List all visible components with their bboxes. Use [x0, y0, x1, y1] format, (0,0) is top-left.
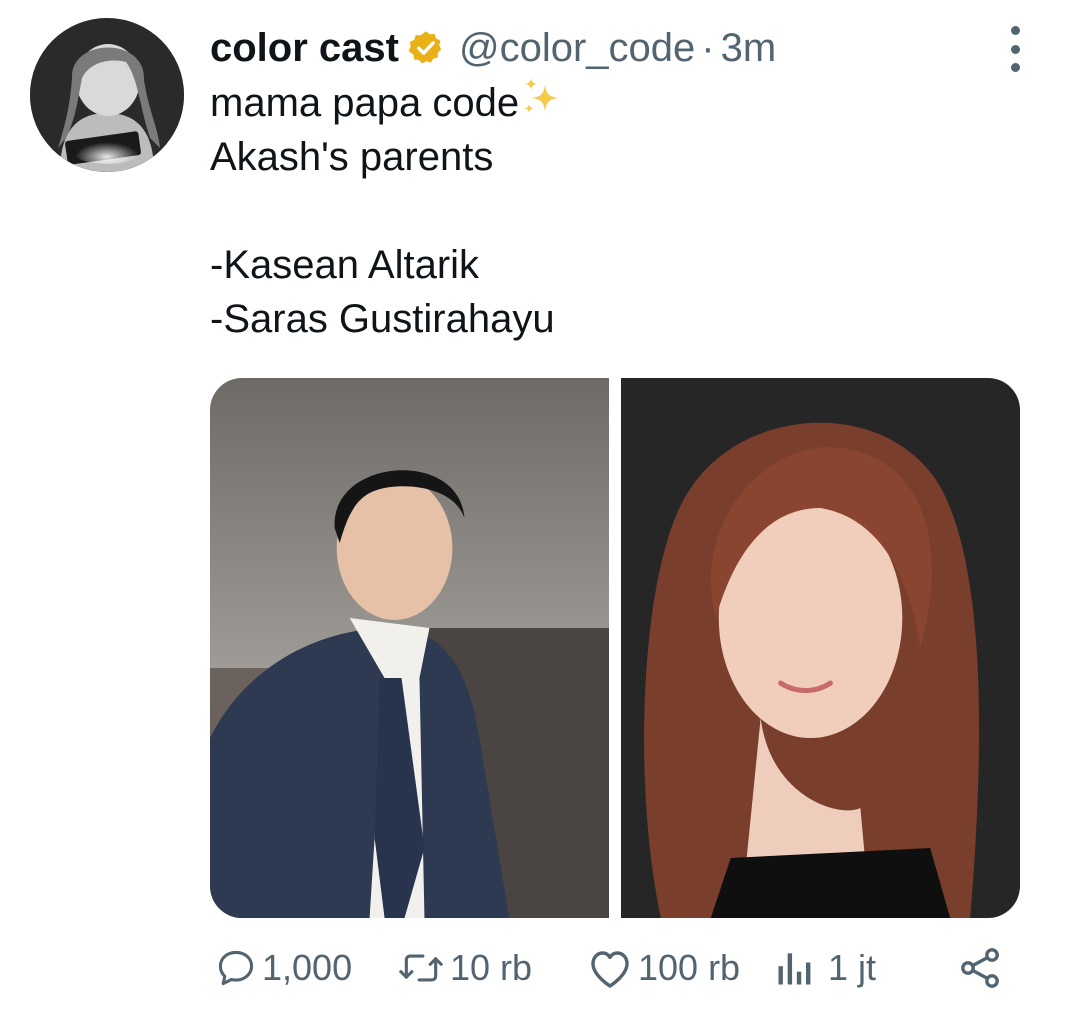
reply-button[interactable]: 1,000: [214, 940, 352, 996]
reply-count: 1,000: [262, 947, 353, 988]
post-text-line: mama papa code: [210, 76, 1030, 130]
like-count: 100 rb: [638, 947, 741, 988]
like-button[interactable]: 100 rb: [586, 940, 740, 996]
share-button[interactable]: [956, 940, 1004, 996]
share-icon: [961, 948, 999, 988]
woman-portrait-photo: [621, 378, 1020, 918]
media-photo-1[interactable]: [210, 378, 609, 918]
post-text-line: -Kasean Altarik: [210, 243, 480, 287]
views-button[interactable]: 1 jt: [774, 940, 876, 996]
post-media-grid: [210, 378, 1020, 918]
post-header: color cast @color_code · 3m: [210, 24, 776, 72]
sparkles-icon: [524, 78, 560, 113]
header-separator: ·: [701, 25, 715, 70]
author-avatar[interactable]: [30, 18, 184, 172]
post-text-line: Akash's parents: [210, 135, 494, 179]
post-text-line: -Saras Gustirahayu: [210, 297, 555, 341]
man-in-suit-photo: [210, 378, 609, 918]
repost-count: 10 rb: [450, 947, 533, 988]
views-count: 1 jt: [828, 947, 877, 988]
more-options-icon[interactable]: [1000, 26, 1030, 72]
views-chart-icon: [778, 953, 811, 985]
media-photo-2[interactable]: [621, 378, 1020, 918]
verified-badge-icon: [408, 31, 442, 64]
author-name[interactable]: color cast: [210, 26, 399, 71]
avatar-image: [30, 18, 184, 172]
post-actions-bar: 1,000 10 rb 100 rb 1 jt: [210, 940, 1030, 996]
post-text: mama papa code Akash's parents -Kasean A…: [210, 76, 1030, 346]
repost-button[interactable]: 10 rb: [396, 940, 532, 996]
repost-icon: [399, 954, 443, 982]
reply-icon: [218, 950, 254, 986]
post-text-line: [210, 184, 1030, 238]
post-timestamp[interactable]: 3m: [721, 26, 777, 71]
heart-icon: [591, 951, 629, 988]
author-handle[interactable]: @color_code: [459, 26, 695, 71]
